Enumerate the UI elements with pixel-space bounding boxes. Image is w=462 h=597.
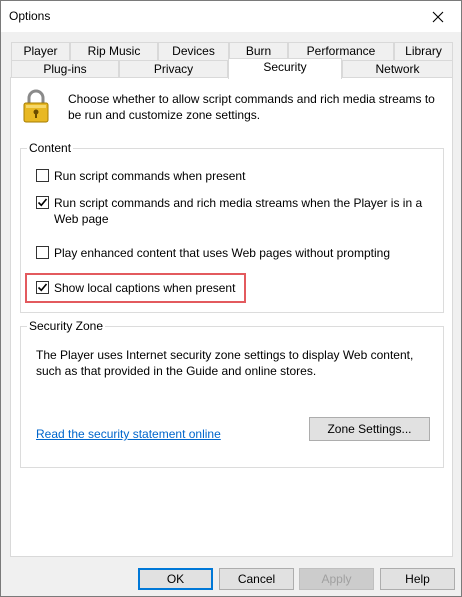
option-run-script-commands[interactable]: Run script commands when present: [36, 168, 245, 184]
play-enhanced-label: Play enhanced content that uses Web page…: [54, 246, 390, 260]
lock-icon: [23, 89, 49, 123]
security-zone-label: Security Zone: [27, 319, 106, 333]
content-group-label: Content: [27, 141, 74, 155]
option-run-rich-media[interactable]: Run script commands and rich media strea…: [36, 195, 431, 227]
tab-library[interactable]: Library: [394, 42, 453, 60]
options-dialog: Options Player Rip Music Devices Burn Pe…: [0, 0, 462, 597]
close-icon: [432, 11, 444, 22]
title-bar: Options: [1, 1, 461, 32]
highlight-box: [25, 273, 246, 303]
tab-security[interactable]: Security: [228, 58, 342, 79]
option-play-enhanced-content[interactable]: Play enhanced content that uses Web page…: [36, 245, 390, 261]
security-panel: Choose whether to allow script commands …: [10, 77, 453, 557]
security-zone-description: The Player uses Internet security zone s…: [36, 348, 414, 378]
help-button[interactable]: Help: [380, 568, 455, 590]
close-button[interactable]: [415, 1, 461, 32]
content-group: Content Run script commands when present…: [20, 141, 444, 313]
run-rich-media-label: Run script commands and rich media strea…: [54, 196, 423, 226]
tab-rip-music[interactable]: Rip Music: [70, 42, 158, 60]
run-script-label: Run script commands when present: [54, 169, 246, 183]
tab-network[interactable]: Network: [342, 60, 453, 78]
security-zone-group: Security Zone The Player uses Internet s…: [20, 319, 444, 468]
apply-button[interactable]: Apply: [299, 568, 374, 590]
zone-settings-button[interactable]: Zone Settings...: [309, 417, 430, 441]
checkmark-icon: [37, 198, 48, 207]
cancel-button[interactable]: Cancel: [219, 568, 294, 590]
tab-plug-ins[interactable]: Plug-ins: [11, 60, 119, 78]
window-title: Options: [9, 9, 51, 23]
security-statement-link[interactable]: Read the security statement online: [36, 427, 221, 441]
ok-button[interactable]: OK: [138, 568, 213, 590]
run-script-checkbox[interactable]: [36, 169, 49, 182]
security-intro: Choose whether to allow script commands …: [68, 92, 435, 122]
tab-privacy[interactable]: Privacy: [119, 60, 228, 78]
play-enhanced-checkbox[interactable]: [36, 246, 49, 259]
run-rich-media-checkbox[interactable]: [36, 196, 49, 209]
tab-devices[interactable]: Devices: [158, 42, 229, 60]
tab-player[interactable]: Player: [11, 42, 70, 60]
